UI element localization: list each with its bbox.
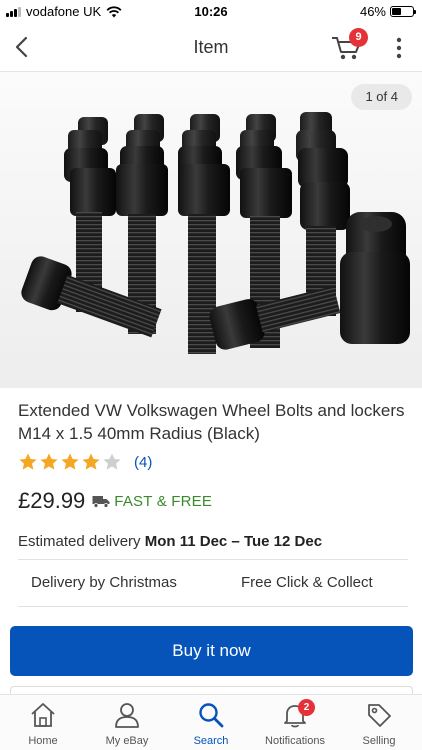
estimated-delivery: Estimated delivery Mon 11 Dec – Tue 12 D… [18, 533, 322, 550]
feature-delivery-by-christmas: Delivery by Christmas [31, 574, 177, 591]
truck-icon [92, 496, 110, 508]
star-filled-icon [61, 453, 79, 470]
item-price: £29.99 [18, 488, 86, 513]
product-photo [0, 72, 422, 388]
item-title: Extended VW Volkswagen Wheel Bolts and l… [18, 401, 405, 443]
more-icon[interactable] [393, 36, 405, 60]
tag-icon [368, 704, 391, 727]
tab-label: Search [193, 735, 229, 747]
price-row: £29.99 FAST & FREE [18, 488, 212, 514]
star-filled-icon [40, 453, 58, 470]
tab-label: My eBay [105, 735, 149, 747]
image-counter: 1 of 4 [351, 84, 412, 110]
feature-row: Delivery by Christmas Free Click & Colle… [0, 560, 422, 606]
tab-label: Selling [362, 735, 396, 747]
product-image-gallery[interactable]: 1 of 4 [0, 72, 422, 388]
tab-notifications[interactable]: 2 Notifications [253, 695, 337, 750]
notifications-badge: 2 [298, 699, 315, 716]
star-empty-icon [103, 453, 121, 470]
feature-click-and-collect: Free Click & Collect [241, 574, 373, 591]
status-bar: vodafone UK 10:26 46% [0, 0, 422, 22]
home-icon [31, 703, 55, 727]
tab-my-ebay[interactable]: My eBay [85, 695, 169, 750]
tab-bar: Home My eBay Search 2 Notifications Sell… [0, 694, 422, 750]
shipping-label: FAST & FREE [114, 492, 213, 510]
status-time: 10:26 [194, 4, 228, 19]
tab-label: Home [28, 735, 58, 747]
divider [18, 606, 408, 607]
tab-search[interactable]: Search [169, 695, 253, 750]
tab-selling[interactable]: Selling [337, 695, 421, 750]
battery-percent: 46% [359, 4, 386, 19]
star-rating [18, 452, 122, 472]
rating-row[interactable]: (4) [18, 452, 152, 472]
review-count-link[interactable]: (4) [134, 454, 152, 471]
search-icon [199, 703, 224, 728]
buy-it-now-button[interactable]: Buy it now [10, 626, 413, 676]
battery-icon [390, 6, 416, 17]
star-filled-icon [82, 453, 100, 470]
star-filled-icon [19, 453, 37, 470]
delivery-dates: Mon 11 Dec – Tue 12 Dec [144, 533, 323, 550]
delivery-label: Estimated delivery [18, 533, 141, 550]
nav-bar: Item 9 [0, 22, 422, 72]
tab-label: Notifications [265, 735, 325, 747]
person-icon [115, 703, 139, 728]
battery-fill [392, 8, 402, 15]
cart-count-badge: 9 [349, 28, 368, 47]
tab-home[interactable]: Home [1, 695, 85, 750]
